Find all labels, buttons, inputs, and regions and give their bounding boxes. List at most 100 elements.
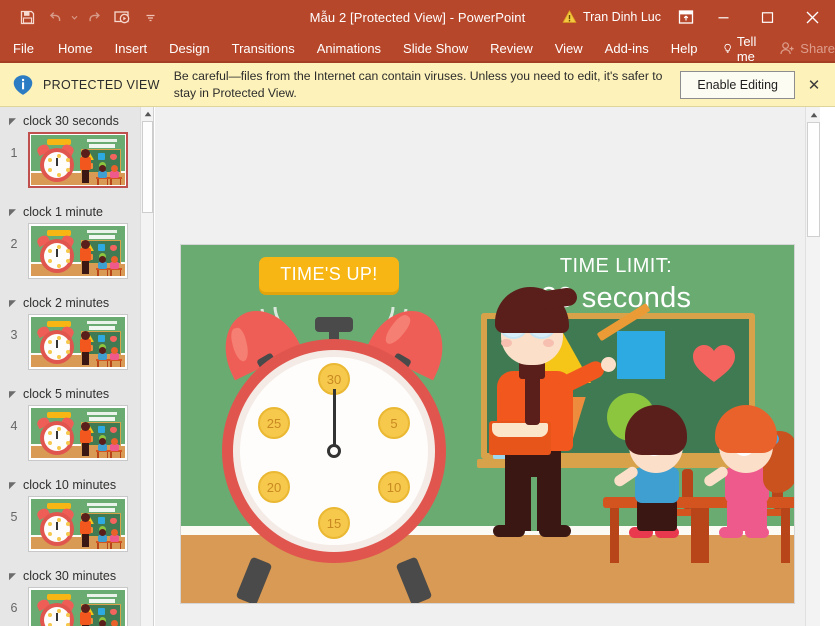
- times-up-badge: TIME'S UP!: [259, 257, 399, 292]
- clock-case: 30 5 10 15 20 25: [222, 339, 446, 563]
- slide-thumbnail-row[interactable]: 4: [0, 403, 154, 471]
- tab-insert[interactable]: Insert: [104, 34, 159, 63]
- share-label: Share: [800, 41, 835, 56]
- slide-number: 5: [6, 496, 22, 524]
- section-collapse-icon[interactable]: [8, 208, 17, 217]
- section-collapse-icon[interactable]: [8, 572, 17, 581]
- warning-triangle-icon: [562, 10, 577, 24]
- section-name: clock 30 seconds: [23, 114, 119, 128]
- slide-number: 3: [6, 314, 22, 342]
- clock-tick-10: 10: [378, 471, 410, 503]
- quick-access-toolbar: [0, 5, 163, 29]
- minimize-button[interactable]: [701, 0, 745, 34]
- slide-thumbnail-1[interactable]: [28, 132, 128, 188]
- tab-transitions[interactable]: Transitions: [221, 34, 306, 63]
- clock-face: 30 5 10 15 20 25: [240, 357, 428, 545]
- protected-view-message: Be careful—files from the Internet can c…: [174, 68, 681, 101]
- time-limit-label: TIME LIMIT:: [466, 255, 766, 278]
- section-collapse-icon[interactable]: [8, 117, 17, 126]
- slide-thumbnail-list: clock 30 seconds1 clock 1 minute2 clock 2 …: [0, 107, 154, 626]
- redo-icon[interactable]: [81, 5, 107, 29]
- protected-view-bar: PROTECTED VIEW Be careful—files from the…: [0, 63, 835, 107]
- slide-number: 1: [6, 132, 22, 160]
- tab-help[interactable]: Help: [660, 34, 709, 63]
- save-icon[interactable]: [14, 5, 40, 29]
- section-header-4[interactable]: clock 5 minutes: [0, 380, 154, 403]
- clock-tick-20: 20: [258, 471, 290, 503]
- section-collapse-icon[interactable]: [8, 390, 17, 399]
- times-up-label: TIME'S UP!: [280, 264, 377, 285]
- start-slideshow-icon[interactable]: [109, 5, 135, 29]
- clock-leg-right: [396, 556, 433, 604]
- slide-scrollbar-thumb[interactable]: [807, 122, 820, 237]
- customize-qat-icon[interactable]: [137, 5, 163, 29]
- share-button[interactable]: Share: [764, 41, 835, 56]
- slide-thumbnail-row[interactable]: 5: [0, 494, 154, 562]
- tell-me-button[interactable]: Tell me: [709, 34, 765, 64]
- teacher-book: [489, 421, 551, 455]
- slide-thumbnail-4[interactable]: [28, 405, 128, 461]
- clock-hand: [333, 389, 336, 451]
- tab-home[interactable]: Home: [47, 34, 104, 63]
- enable-editing-button[interactable]: Enable Editing: [680, 71, 795, 99]
- slide-thumbnail-row[interactable]: 3: [0, 312, 154, 380]
- ribbon-tab-bar: File Home Insert Design Transitions Anim…: [0, 34, 835, 63]
- section-header-1[interactable]: clock 30 seconds: [0, 107, 154, 130]
- slide-thumbnail-row[interactable]: 2: [0, 221, 154, 289]
- slide-number: 4: [6, 405, 22, 433]
- close-button[interactable]: [789, 0, 835, 34]
- clock-leg-left: [236, 556, 273, 604]
- clock-pivot: [327, 444, 341, 458]
- section-name: clock 2 minutes: [23, 296, 109, 310]
- current-slide[interactable]: TIME'S UP! TIME LIMIT: 30 seconds: [180, 244, 795, 604]
- clock-tick-15: 15: [318, 507, 350, 539]
- teacher-figure: [489, 287, 609, 537]
- maximize-button[interactable]: [745, 0, 789, 34]
- title-bar-right: Tran Dinh Luc: [552, 0, 835, 34]
- clock-knob: [315, 317, 353, 332]
- main-area: clock 30 seconds1 clock 1 minute2 clock 2 …: [0, 107, 835, 626]
- section-name: clock 10 minutes: [23, 478, 116, 492]
- section-header-3[interactable]: clock 2 minutes: [0, 289, 154, 312]
- section-name: clock 5 minutes: [23, 387, 109, 401]
- thumbnail-scrollbar-thumb[interactable]: [142, 121, 153, 213]
- undo-icon[interactable]: [42, 5, 68, 29]
- tab-slide-show[interactable]: Slide Show: [392, 34, 479, 63]
- slide-thumbnail-row[interactable]: 6: [0, 585, 154, 626]
- slide-thumbnail-pane[interactable]: clock 30 seconds1 clock 1 minute2 clock 2 …: [0, 107, 154, 626]
- account-button[interactable]: Tran Dinh Luc: [552, 4, 671, 30]
- slide-thumbnail-5[interactable]: [28, 496, 128, 552]
- tab-file[interactable]: File: [0, 34, 47, 63]
- slide-thumbnail-3[interactable]: [28, 314, 128, 370]
- scroll-up-arrow-icon[interactable]: [141, 107, 154, 121]
- clock-tick-5: 5: [378, 407, 410, 439]
- section-collapse-icon[interactable]: [8, 481, 17, 490]
- thumbnail-pane-scrollbar[interactable]: [140, 107, 153, 626]
- slide-thumbnail-row[interactable]: 1: [0, 130, 154, 198]
- shape-heart-icon: [692, 343, 736, 383]
- slide-scroll-up-arrow-icon[interactable]: [806, 107, 820, 122]
- share-person-icon: [780, 41, 795, 56]
- undo-dropdown-icon[interactable]: [70, 5, 79, 29]
- tab-review[interactable]: Review: [479, 34, 544, 63]
- tab-view[interactable]: View: [544, 34, 594, 63]
- clock-tick-25: 25: [258, 407, 290, 439]
- shape-square-icon: [617, 331, 665, 379]
- slide-area-scrollbar[interactable]: [805, 107, 820, 626]
- section-collapse-icon[interactable]: [8, 299, 17, 308]
- tab-add-ins[interactable]: Add-ins: [594, 34, 660, 63]
- student-girl-figure: [701, 405, 795, 555]
- slide-thumbnail-2[interactable]: [28, 223, 128, 279]
- section-header-5[interactable]: clock 10 minutes: [0, 471, 154, 494]
- close-protected-view-icon[interactable]: ✕: [801, 72, 827, 98]
- slide-editing-stage[interactable]: TIME'S UP! TIME LIMIT: 30 seconds: [155, 107, 820, 626]
- ribbon-display-options-icon[interactable]: [671, 0, 701, 34]
- tab-design[interactable]: Design: [158, 34, 220, 63]
- slide-thumbnail-6[interactable]: [28, 587, 128, 626]
- tab-animations[interactable]: Animations: [306, 34, 392, 63]
- alarm-clock-illustration: 30 5 10 15 20 25: [199, 303, 469, 603]
- section-header-6[interactable]: clock 30 minutes: [0, 562, 154, 585]
- section-header-2[interactable]: clock 1 minute: [0, 198, 154, 221]
- lightbulb-icon: [723, 41, 732, 56]
- info-icon: [12, 74, 34, 96]
